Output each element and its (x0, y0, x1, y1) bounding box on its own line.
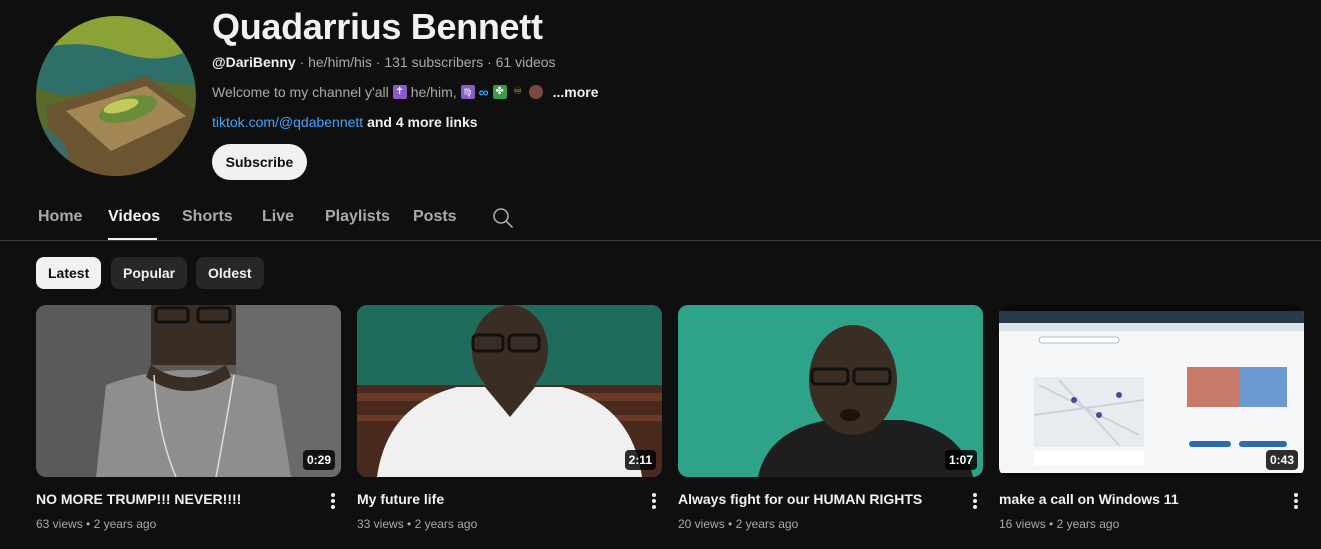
video-duration: 0:43 (1265, 450, 1298, 470)
ribbon-emoji-icon: ♾ (513, 86, 523, 97)
video-age: 2 years ago (414, 517, 478, 531)
description-text: Welcome to my channel y'all (212, 84, 389, 100)
infinity-emoji-icon: ∞ (478, 84, 489, 100)
chip-latest[interactable]: Latest (36, 257, 102, 289)
video-views: 16 views (999, 517, 1046, 531)
active-tab-indicator (108, 238, 157, 240)
video-duration: 2:11 (624, 450, 656, 470)
cross-emoji-icon: ✝ (392, 85, 407, 99)
video-title[interactable]: make a call on Windows 11 (999, 491, 1179, 507)
virgo-emoji-icon: ♍ (460, 85, 475, 99)
tab-playlists[interactable]: Playlists (325, 208, 390, 226)
more-vert-icon[interactable] (971, 491, 979, 511)
channel-links: tiktok.com/@qdabennett and 4 more links (212, 114, 478, 130)
video-views: 20 views (678, 517, 725, 531)
channel-stats: · he/him/his · 131 subscribers · 61 vide… (295, 54, 556, 70)
channel-meta: @DariBenny · he/him/his · 131 subscriber… (212, 54, 556, 70)
tab-home[interactable]: Home (38, 208, 82, 226)
video-meta: 63 views • 2 years ago (36, 517, 157, 531)
tiktok-link[interactable]: tiktok.com/@qdabennett (212, 114, 363, 130)
tab-live[interactable]: Live (262, 208, 294, 226)
channel-tabs: Home Videos Shorts Live Playlists Posts (0, 196, 1321, 241)
more-link[interactable]: ...more (553, 84, 599, 100)
channel-avatar (36, 16, 196, 176)
video-duration: 0:29 (302, 450, 335, 470)
more-vert-icon[interactable] (650, 491, 658, 511)
video-card[interactable]: 1:07 Always fight for our HUMAN RIGHTS 2… (678, 305, 983, 531)
subscribe-button[interactable]: Subscribe (212, 144, 307, 180)
channel-handle: @DariBenny (212, 54, 296, 70)
video-title[interactable]: NO MORE TRUMP!!! NEVER!!!! (36, 491, 241, 507)
more-vert-icon[interactable] (1292, 491, 1300, 511)
tab-shorts[interactable]: Shorts (182, 208, 233, 226)
description-pronouns: he/him, (410, 84, 457, 100)
chip-popular[interactable]: Popular (111, 257, 188, 289)
video-thumbnail[interactable]: 0:43 (999, 305, 1304, 477)
puzzle-emoji-icon: ✤ (492, 85, 507, 99)
video-age: 2 years ago (1056, 517, 1120, 531)
video-thumbnail[interactable]: 0:29 (36, 305, 341, 477)
chip-oldest[interactable]: Oldest (196, 257, 264, 289)
video-card[interactable]: 2:11 My future life 33 views • 2 years a… (357, 305, 662, 531)
face-emoji-icon (528, 85, 543, 99)
search-icon[interactable] (491, 206, 515, 230)
video-duration: 1:07 (944, 450, 977, 470)
video-meta: 33 views • 2 years ago (357, 517, 478, 531)
video-age: 2 years ago (735, 517, 799, 531)
channel-name: Quadarrius Bennett (212, 6, 543, 47)
channel-description[interactable]: Welcome to my channel y'all ✝ he/him, ♍ … (212, 84, 599, 100)
tab-posts[interactable]: Posts (413, 208, 457, 226)
more-links[interactable]: and 4 more links (367, 114, 477, 130)
video-meta: 16 views • 2 years ago (999, 517, 1120, 531)
video-card[interactable]: 0:43 make a call on Windows 11 16 views … (999, 305, 1304, 531)
video-title[interactable]: My future life (357, 491, 444, 507)
more-vert-icon[interactable] (329, 491, 337, 511)
video-title[interactable]: Always fight for our HUMAN RIGHTS (678, 491, 922, 507)
video-age: 2 years ago (93, 517, 157, 531)
tab-videos[interactable]: Videos (108, 208, 160, 226)
video-views: 33 views (357, 517, 404, 531)
video-views: 63 views (36, 517, 83, 531)
video-thumbnail[interactable]: 1:07 (678, 305, 983, 477)
video-card[interactable]: 0:29 NO MORE TRUMP!!! NEVER!!!! 63 views… (36, 305, 341, 531)
video-meta: 20 views • 2 years ago (678, 517, 799, 531)
video-thumbnail[interactable]: 2:11 (357, 305, 662, 477)
